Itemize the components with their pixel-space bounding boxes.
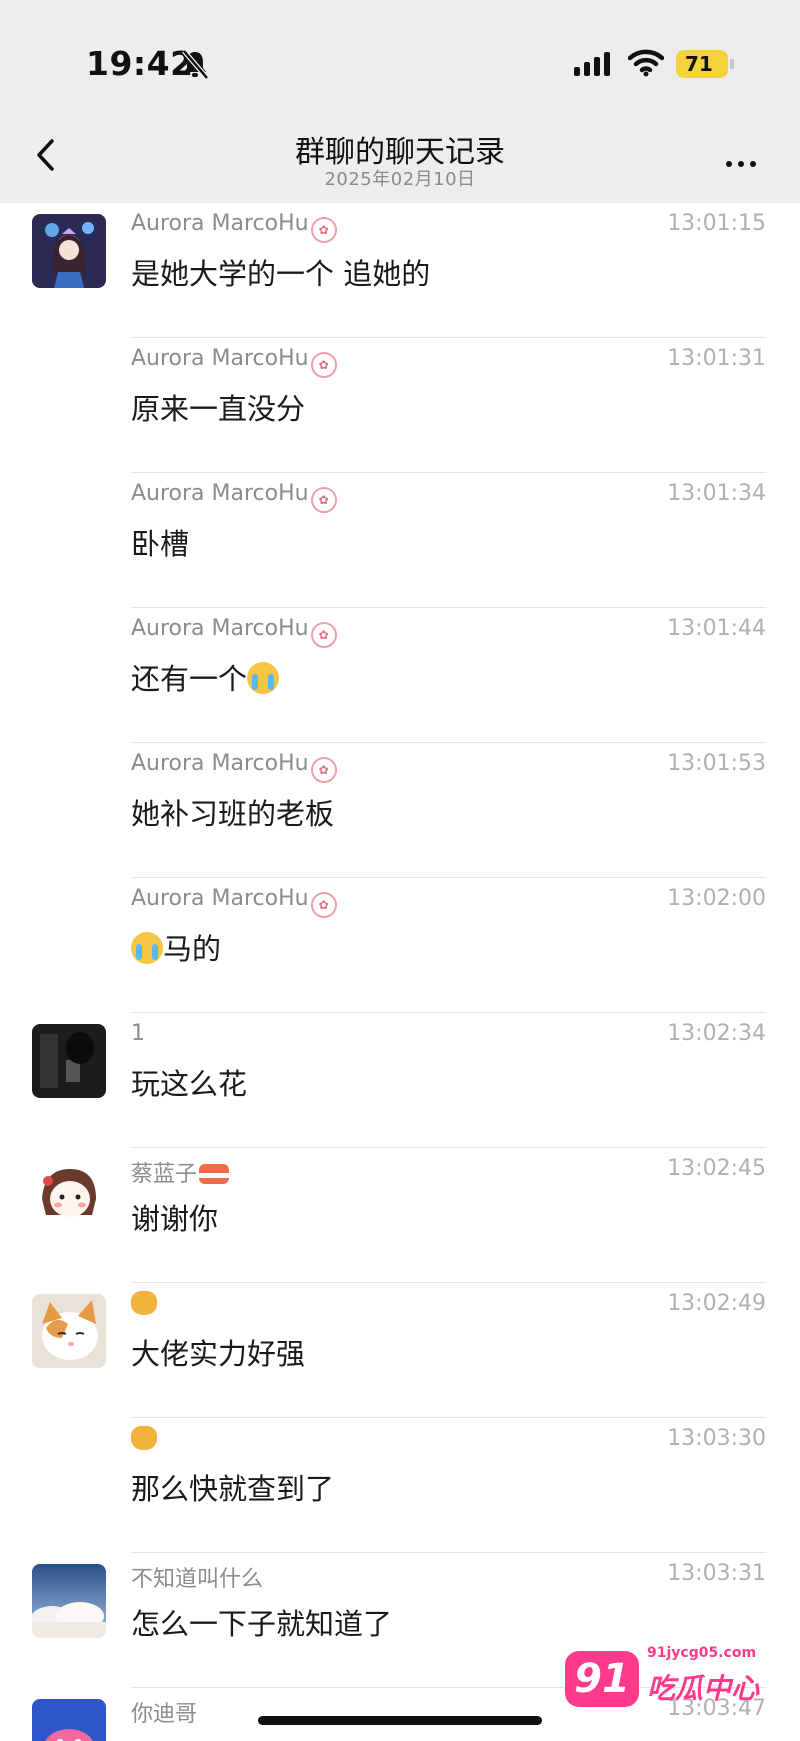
sender-name: [131, 1426, 157, 1452]
sender-name: Aurora MarcoHu ✿: [131, 751, 337, 783]
message-text: 那么快就查到了: [131, 1472, 335, 1506]
sender-name: 蔡蓝子: [131, 1156, 230, 1188]
sender-name: Aurora MarcoHu ✿: [131, 616, 337, 648]
pink-creature-avatar[interactable]: [32, 1699, 106, 1741]
message-time: 13:02:00: [667, 886, 766, 911]
badge-icon: ✿: [310, 217, 337, 243]
message-item[interactable]: 1 13:02:34 玩这么花: [0, 1013, 800, 1148]
message-text: 谢谢你: [131, 1202, 219, 1236]
home-indicator[interactable]: [258, 1716, 542, 1725]
message-time: 13:02:49: [667, 1291, 766, 1316]
message-item[interactable]: Aurora MarcoHu ✿ 13:01:31 原来一直没分: [0, 338, 800, 473]
message-text: 还有一个: [131, 656, 280, 698]
header: 19:42 71 群聊的聊天记录 2025年02月10日: [0, 0, 800, 203]
message-text: 是她大学的一个 追她的: [131, 257, 431, 291]
message-item[interactable]: Aurora MarcoHu ✿ 13:01:53 她补习班的老板: [0, 743, 800, 878]
message-item[interactable]: Aurora MarcoHu ✿ 13:01:44 还有一个: [0, 608, 800, 743]
badge-icon: ✿: [310, 757, 337, 783]
sender-name: 1: [131, 1021, 145, 1046]
crying-emoji-icon: [131, 932, 163, 964]
sender-name: Aurora MarcoHu ✿: [131, 886, 337, 918]
cat-emoji-icon: [131, 1426, 157, 1450]
message-time: 13:01:15: [667, 211, 766, 236]
cat-avatar[interactable]: [32, 1294, 106, 1368]
sky-clouds-avatar[interactable]: [32, 1564, 106, 1638]
watermark-text: 吃瓜中心: [647, 1672, 760, 1705]
sender-name: Aurora MarcoHu ✿: [131, 481, 337, 513]
dark-photo-avatar[interactable]: [32, 1024, 106, 1098]
status-time: 19:42: [86, 44, 194, 83]
message-item[interactable]: Aurora MarcoHu ✿ 13:01:15 是她大学的一个 追她的: [0, 203, 800, 338]
watermark: 91 91jycg05.com 吃瓜中心: [565, 1645, 765, 1715]
message-item[interactable]: 蔡蓝子 13:02:45 谢谢你: [0, 1148, 800, 1283]
badge-icon: ✿: [310, 622, 337, 648]
message-time: 13:01:44: [667, 616, 766, 641]
message-time: 13:01:53: [667, 751, 766, 776]
page-subtitle: 2025年02月10日: [324, 169, 476, 190]
message-text: 她补习班的老板: [131, 797, 335, 831]
message-item[interactable]: 13:02:49 大佬实力好强: [0, 1283, 800, 1418]
anime-girl-avatar[interactable]: [32, 214, 106, 288]
message-time: 13:01:34: [667, 481, 766, 506]
sushi-icon: [199, 1164, 230, 1184]
sender-name: Aurora MarcoHu ✿: [131, 346, 337, 378]
cartoon-girl-avatar[interactable]: [32, 1159, 106, 1233]
message-time: 13:03:31: [667, 1561, 766, 1586]
badge-icon: ✿: [310, 892, 337, 918]
message-item[interactable]: Aurora MarcoHu ✿ 13:02:00 马的: [0, 878, 800, 1013]
message-text: 原来一直没分: [131, 392, 306, 426]
message-item[interactable]: 13:03:30 那么快就查到了: [0, 1418, 800, 1553]
message-time: 13:02:45: [667, 1156, 766, 1181]
wifi-icon: [628, 49, 664, 77]
sender-name: 你迪哥: [131, 1702, 198, 1727]
sender-name: [131, 1291, 157, 1317]
battery-indicator: 71: [676, 50, 734, 78]
sender-name: 不知道叫什么: [131, 1567, 264, 1592]
message-item[interactable]: Aurora MarcoHu ✿ 13:01:34 卧槽: [0, 473, 800, 608]
cat-emoji-icon: [131, 1291, 157, 1315]
message-time: 13:03:30: [667, 1426, 766, 1451]
signal-icon: [574, 52, 610, 76]
watermark-logo: 91: [565, 1651, 639, 1707]
more-icon[interactable]: [726, 152, 766, 167]
message-text: 卧槽: [131, 527, 190, 561]
message-text: 大佬实力好强: [131, 1337, 306, 1371]
message-time: 13:01:31: [667, 346, 766, 371]
badge-icon: ✿: [310, 487, 337, 513]
watermark-domain: 91jycg05.com: [647, 1645, 757, 1661]
screen: 19:42 71 群聊的聊天记录 2025年02月10日 Aurora Marc…: [0, 0, 800, 1741]
badge-icon: ✿: [310, 352, 337, 378]
crying-emoji-icon: [247, 662, 280, 694]
sender-name: Aurora MarcoHu ✿: [131, 211, 337, 243]
message-time: 13:02:34: [667, 1021, 766, 1046]
message-text: 怎么一下子就知道了: [131, 1607, 393, 1641]
message-text: 马的: [131, 926, 221, 968]
bell-off-icon: [182, 49, 209, 80]
message-text: 玩这么花: [131, 1067, 248, 1101]
